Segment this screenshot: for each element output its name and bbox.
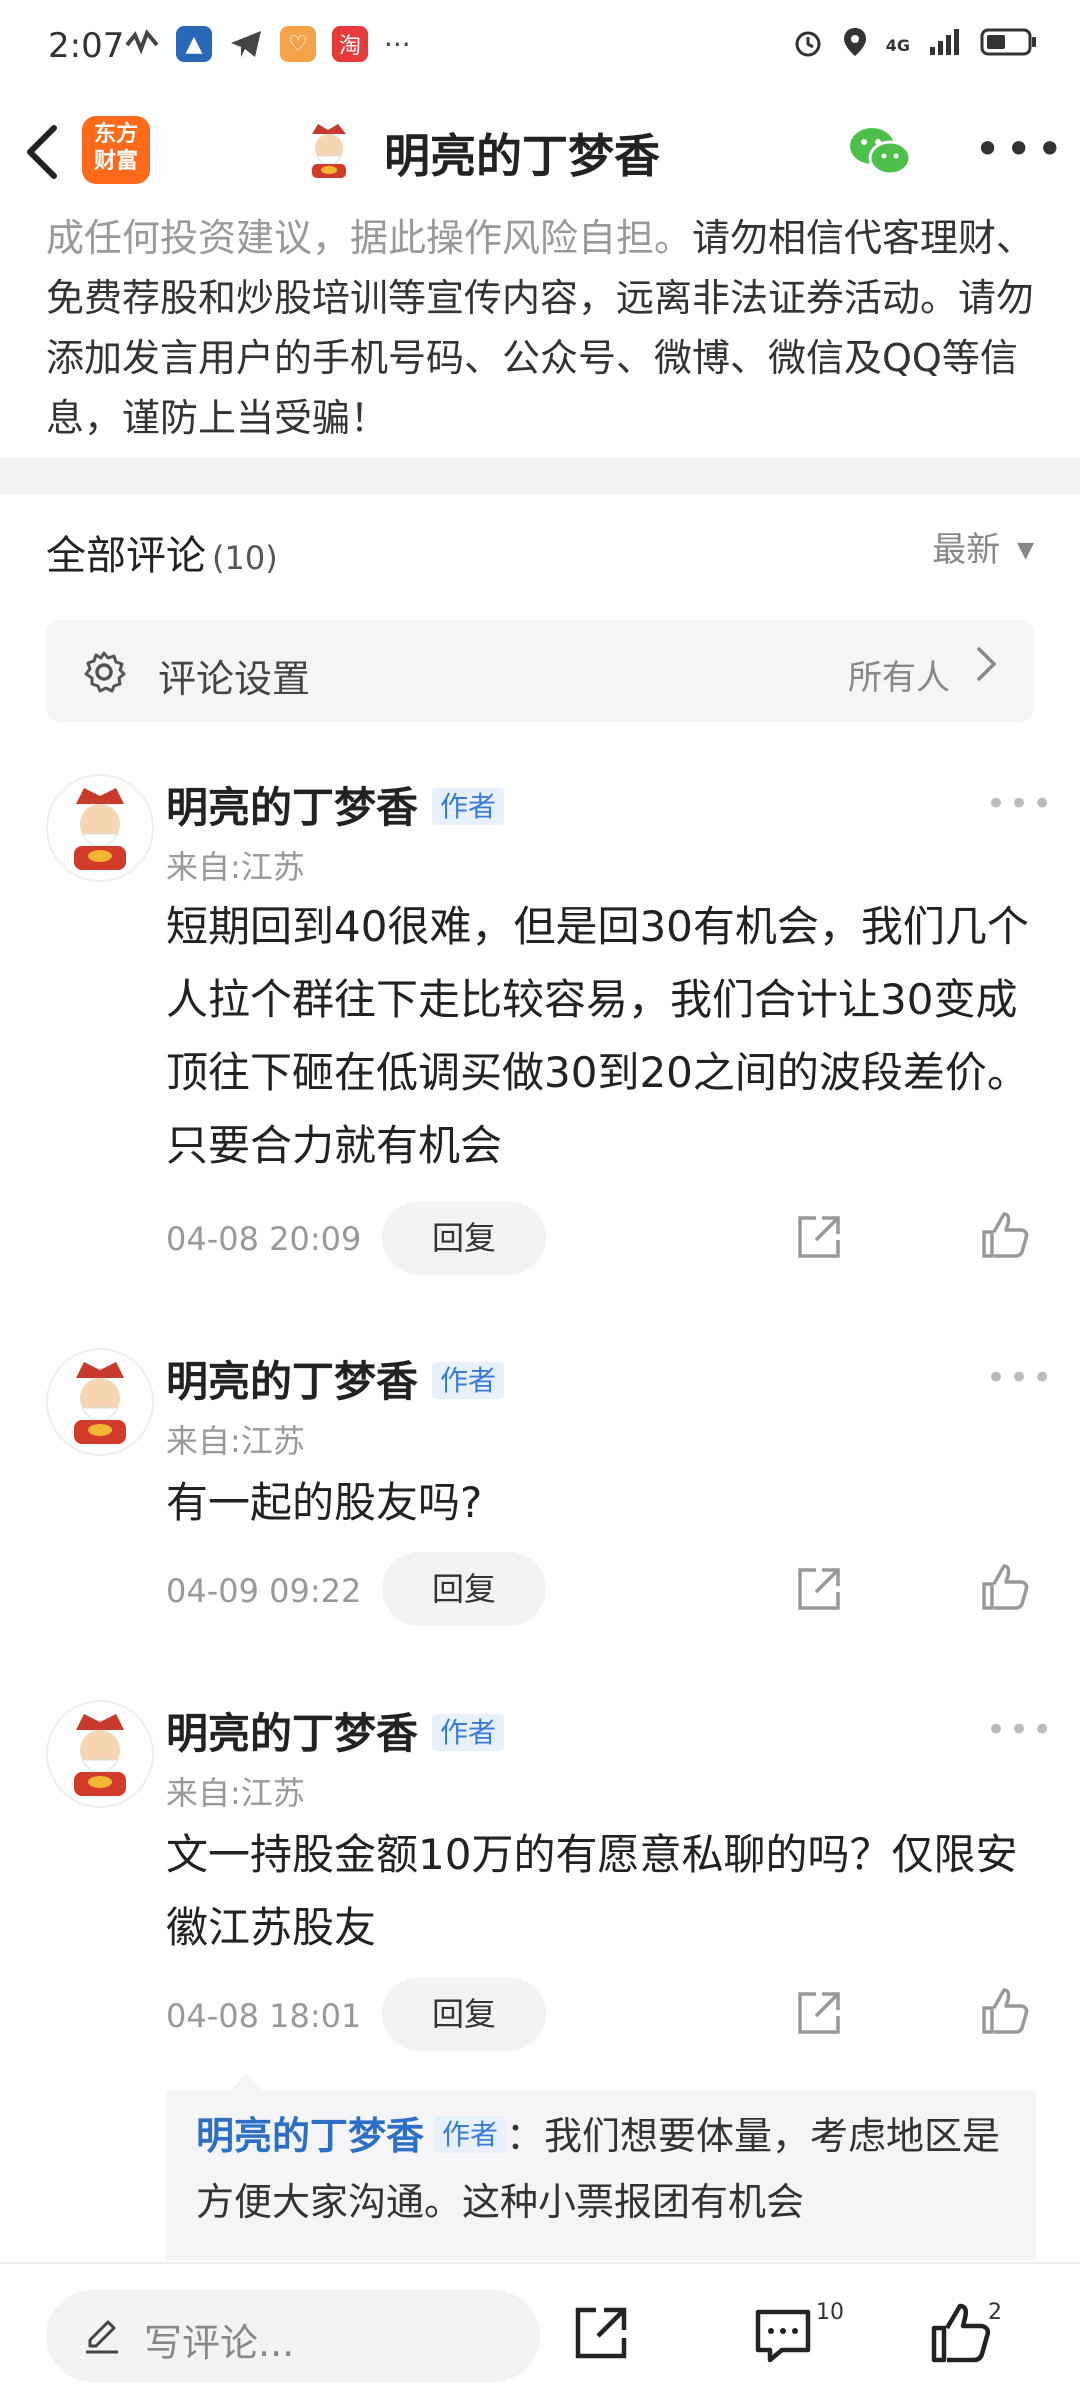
- comment-location: 来自:江苏: [166, 1774, 305, 1812]
- battery-icon: [980, 27, 1038, 64]
- comment-more-icon[interactable]: •••: [986, 1358, 1055, 1398]
- comment-body: 短期回到40很难，但是回30有机会，我们几个人拉个群往下走比较容易，我们合计让3…: [166, 902, 1029, 1170]
- status-right: 4G: [792, 26, 1038, 65]
- status-time: 2:07: [48, 26, 125, 66]
- comment-location: 来自:江苏: [166, 1422, 305, 1460]
- like-icon[interactable]: [980, 1562, 1030, 1612]
- comment-icon[interactable]: [752, 2304, 814, 2366]
- disclaimer-gray-text: 成任何投资建议，据此操作风险自担。: [46, 216, 693, 260]
- more-options-button[interactable]: •••: [974, 122, 1067, 176]
- like-icon[interactable]: [980, 1210, 1030, 1260]
- triangle-down-icon: ▼: [1017, 538, 1034, 563]
- comment-body: 有一起的股友吗?: [166, 1478, 483, 1527]
- status-bar: 2:07 ▲ ♡ 淘 ··· 4G: [0, 0, 1080, 98]
- shopping-app-icon: ♡: [280, 26, 316, 62]
- comment-time: 04-08 18:01: [166, 1997, 362, 2035]
- comments-count: (10): [212, 539, 278, 577]
- comment-placeholder: 写评论...: [144, 2321, 295, 2365]
- telegram-icon: [228, 26, 264, 62]
- author-badge: 作者: [432, 1714, 505, 1751]
- sort-dropdown[interactable]: 最新 ▼: [932, 522, 1034, 571]
- comment-body: 文一持股金额10万的有愿意私聊的吗？仅限安徽江苏股友: [166, 1830, 1018, 1952]
- eastmoney-logo[interactable]: 东方 财富: [82, 116, 150, 184]
- like-count-badge: 2: [988, 2300, 1002, 2325]
- reply-button[interactable]: 回复: [382, 1977, 546, 2051]
- share-icon[interactable]: [570, 2302, 632, 2364]
- avatar[interactable]: [46, 1348, 154, 1456]
- comment-more-icon[interactable]: •••: [986, 1710, 1055, 1750]
- signal-icon: [928, 27, 962, 64]
- comment-author[interactable]: 明亮的丁梦香 作者: [166, 774, 505, 835]
- pencil-icon: [82, 2316, 122, 2356]
- taobao-icon: 淘: [332, 26, 368, 62]
- comment-input[interactable]: 写评论...: [46, 2290, 540, 2382]
- wechat-share-icon[interactable]: [848, 124, 912, 180]
- like-icon[interactable]: [930, 2302, 992, 2364]
- notification-icons: ▲ ♡ 淘 ···: [124, 26, 411, 62]
- reply-button[interactable]: 回复: [382, 1552, 546, 1626]
- author-badge: 作者: [434, 2116, 507, 2153]
- comment-author[interactable]: 明亮的丁梦香 作者: [166, 1348, 505, 1409]
- comment-settings-row[interactable]: 评论设置 所有人: [46, 620, 1034, 722]
- chevron-right-icon: [974, 642, 998, 696]
- reply-button[interactable]: 回复: [382, 1201, 546, 1275]
- app-notification-icon: ▲: [176, 26, 212, 62]
- comments-title: 全部评论 (10): [46, 533, 278, 579]
- activity-icon: [124, 26, 160, 62]
- gear-icon: [82, 650, 126, 694]
- share-icon[interactable]: [794, 1564, 844, 1614]
- header-title: 明亮的丁梦香: [384, 129, 660, 183]
- like-icon[interactable]: [980, 1986, 1030, 2036]
- alarm-icon: [792, 26, 824, 65]
- location-icon: [842, 26, 868, 65]
- share-icon[interactable]: [794, 1988, 844, 2038]
- back-icon[interactable]: [22, 122, 82, 192]
- comment-count-badge: 10: [816, 2300, 844, 2325]
- comment-time: 04-09 09:22: [166, 1572, 362, 1610]
- comment-location: 来自:江苏: [166, 848, 305, 886]
- comment-more-icon[interactable]: •••: [986, 784, 1055, 824]
- share-icon[interactable]: [794, 1212, 844, 1262]
- avatar[interactable]: [46, 1700, 154, 1808]
- settings-label: 评论设置: [158, 657, 311, 701]
- author-badge: 作者: [432, 1362, 505, 1399]
- more-notifications: ···: [384, 27, 411, 61]
- top-nav-bar: 东方 财富 明亮的丁梦香 •••: [0, 98, 1080, 216]
- settings-value: 所有人: [848, 658, 950, 698]
- nested-reply-pointer: [230, 2074, 262, 2090]
- avatar[interactable]: [46, 774, 154, 882]
- bottom-action-bar: 写评论... 10 2: [0, 2262, 1080, 2402]
- header-avatar[interactable]: [298, 120, 360, 182]
- comment-author[interactable]: 明亮的丁梦香 作者: [166, 1700, 505, 1761]
- comment-time: 04-08 20:09: [166, 1220, 362, 1258]
- author-badge: 作者: [432, 788, 505, 825]
- nested-reply-author[interactable]: 明亮的丁梦香: [196, 2114, 424, 2158]
- section-divider: [0, 458, 1080, 494]
- risk-disclaimer: 成任何投资建议，据此操作风险自担。请勿相信代客理财、免费荐股和炒股培训等宣传内容…: [46, 208, 1040, 448]
- nested-reply[interactable]: 明亮的丁梦香 作者 ：我们想要体量，考虑地区是方便大家沟通。这种小票报团有机会: [166, 2090, 1036, 2260]
- network-type: 4G: [885, 36, 910, 55]
